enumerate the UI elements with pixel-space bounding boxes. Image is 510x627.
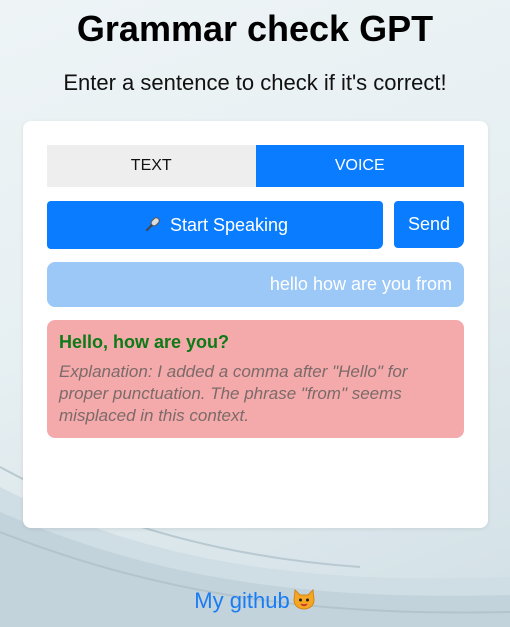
mode-tabs: TEXT VOICE [47,145,464,187]
page-title: Grammar check GPT [76,8,434,49]
grammar-result: Hello, how are you? Explanation: I added… [47,320,464,438]
github-link-label: My github [194,588,290,613]
main-card: TEXT VOICE Start Speaking Send hello how… [23,121,488,528]
microphone-icon [142,215,162,235]
github-link[interactable]: My github [0,588,510,616]
start-speaking-label: Start Speaking [169,214,289,235]
tab-voice[interactable]: VOICE [255,145,464,187]
page-subtitle: Enter a sentence to check if it's correc… [63,70,447,95]
tab-text[interactable]: TEXT [47,145,256,187]
send-button[interactable]: Send [394,201,464,248]
user-message: hello how are you from [47,262,464,307]
corrected-sentence: Hello, how are you? [59,332,230,352]
start-speaking-button[interactable]: Start Speaking [47,201,383,249]
explanation-text: Explanation: I added a comma after "Hell… [59,362,408,425]
cat-face-icon [292,588,316,616]
